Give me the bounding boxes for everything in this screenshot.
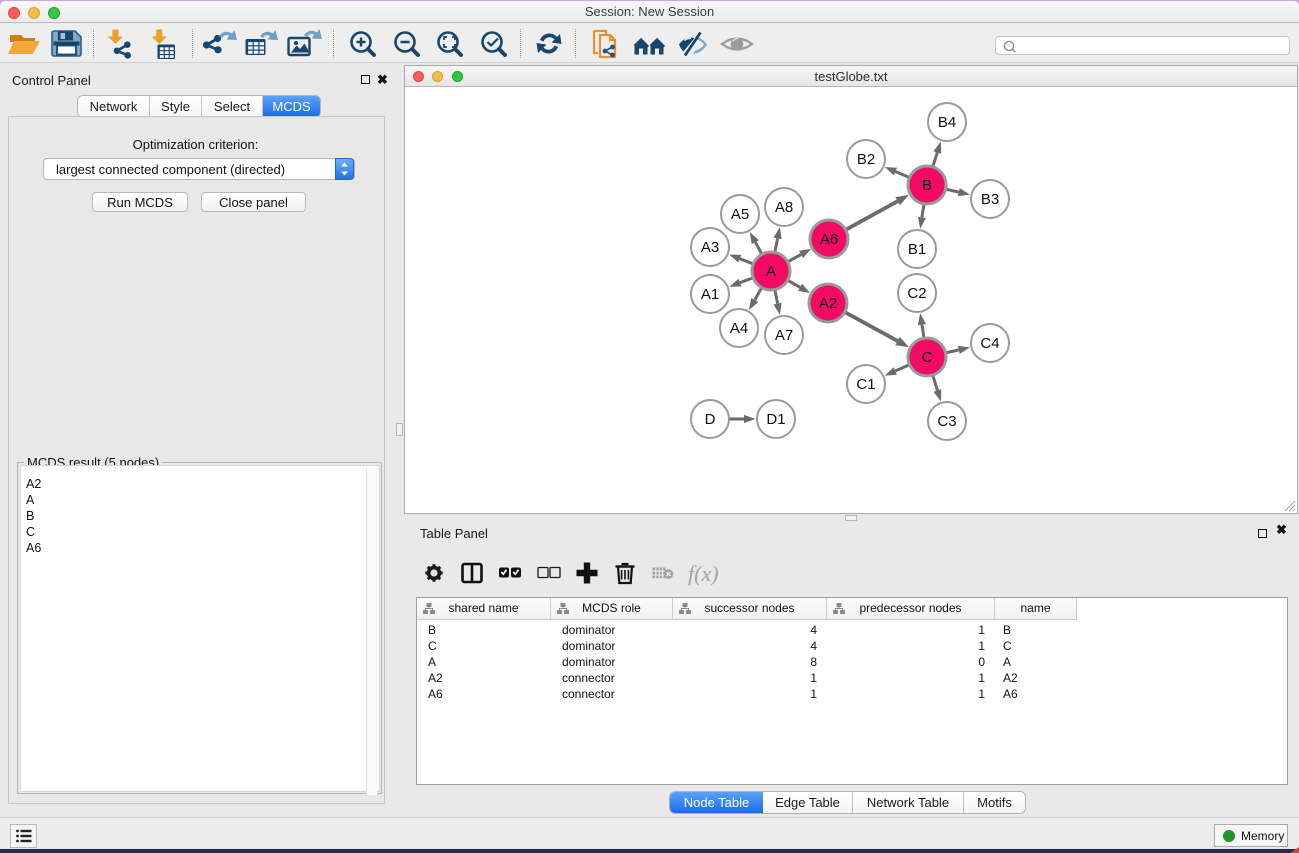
svg-text:A2: A2 — [819, 295, 837, 312]
svg-text:A4: A4 — [730, 320, 748, 337]
svg-text:C2: C2 — [907, 285, 926, 302]
svg-text:B1: B1 — [908, 241, 926, 258]
svg-text:A5: A5 — [731, 206, 749, 223]
svg-text:B2: B2 — [857, 151, 875, 168]
svg-text:D: D — [705, 411, 716, 428]
svg-text:f(x): f(x) — [688, 561, 719, 586]
svg-text:C3: C3 — [937, 413, 956, 430]
svg-text:A: A — [766, 263, 776, 280]
svg-text:A8: A8 — [775, 199, 793, 216]
svg-text:C: C — [922, 349, 933, 366]
svg-text:A1: A1 — [701, 286, 719, 303]
svg-text:D1: D1 — [766, 411, 785, 428]
svg-text:B: B — [922, 177, 932, 194]
svg-text:A3: A3 — [701, 239, 719, 256]
svg-text:A7: A7 — [775, 327, 793, 344]
svg-text:A6: A6 — [820, 231, 838, 248]
svg-text:B4: B4 — [938, 114, 956, 131]
svg-text:C4: C4 — [980, 335, 999, 352]
svg-text:C1: C1 — [856, 376, 875, 393]
svg-text:B3: B3 — [981, 191, 999, 208]
